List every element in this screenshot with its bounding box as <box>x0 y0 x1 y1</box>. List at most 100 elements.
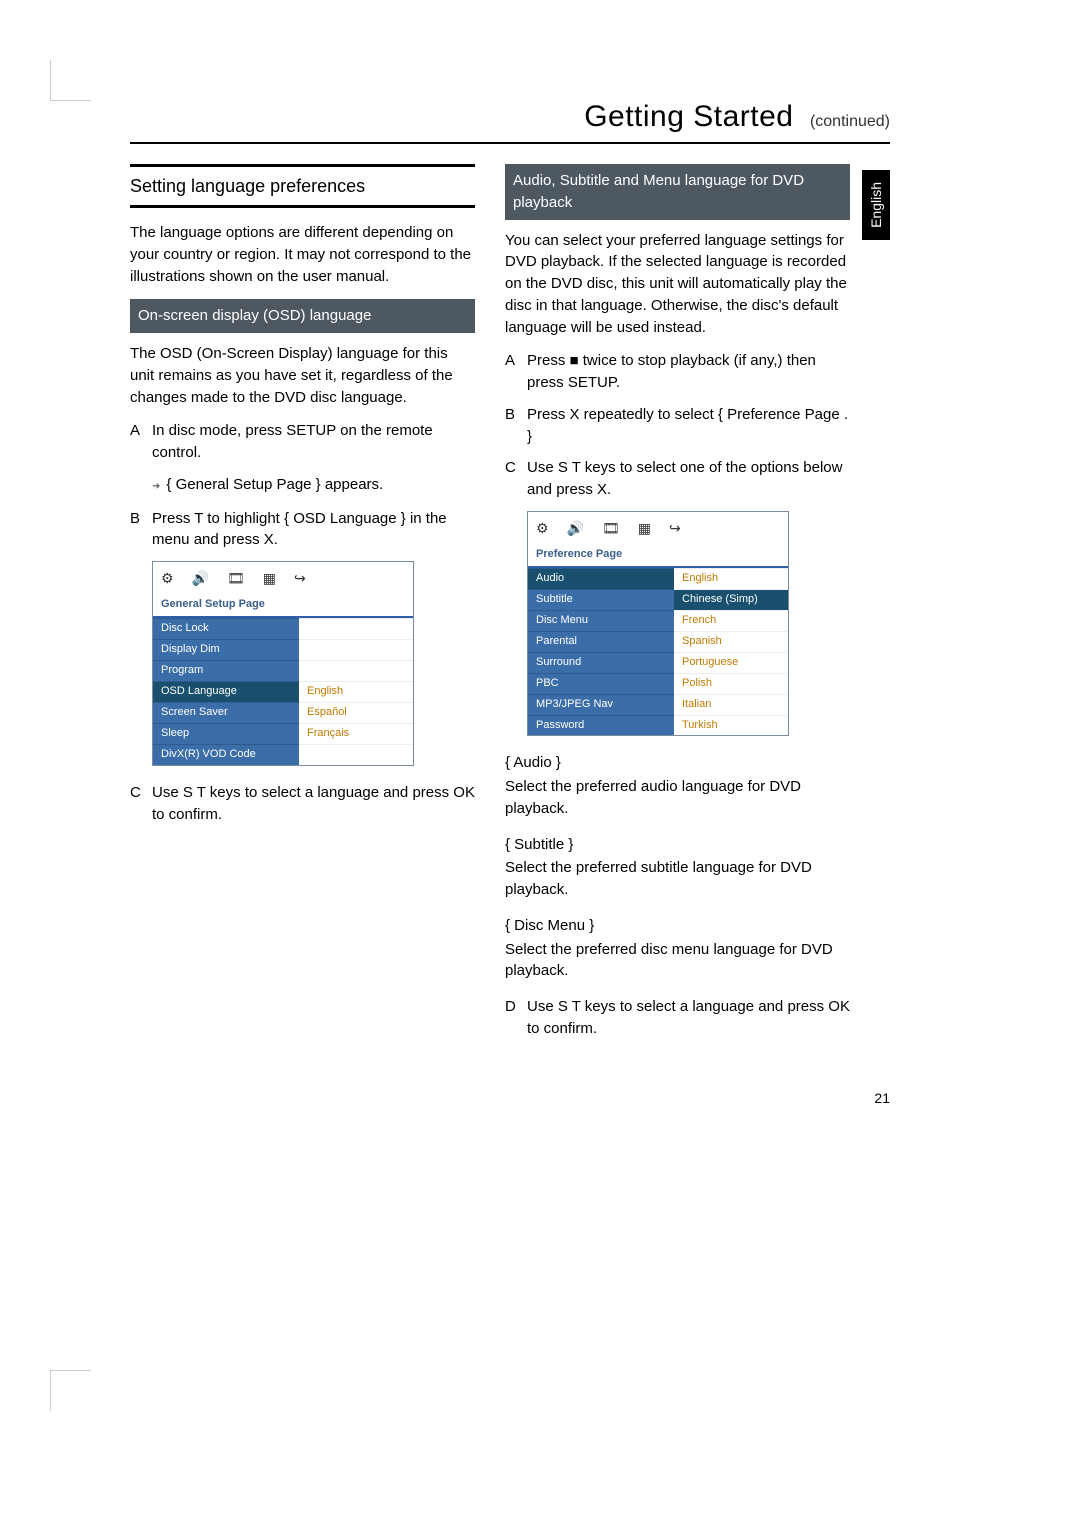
step-body: Use S T keys to select one of the option… <box>527 457 850 501</box>
dvd-subheading: Audio, Subtitle and Menu language for DV… <box>505 164 850 220</box>
menu-item-left: Disc Lock <box>153 618 299 639</box>
step-body: Use S T keys to select a language and pr… <box>527 996 850 1040</box>
menu-row: SubtitleChinese (Simp) <box>528 589 788 610</box>
menu-row: MP3/JPEG NavItalian <box>528 694 788 715</box>
menu-item-left: Audio <box>528 568 674 589</box>
osd-subheading: On-screen display (OSD) language <box>130 299 475 333</box>
video-icon: 🎞 <box>227 568 245 588</box>
right-step-d: D Use S T keys to select a language and … <box>505 996 850 1040</box>
page-number: 21 <box>130 1090 890 1106</box>
option-name: { Disc Menu } <box>505 915 850 937</box>
step-body: Press ■ twice to stop playback (if any,)… <box>527 350 850 394</box>
step-body: Press X repeatedly to select { Preferenc… <box>527 404 850 448</box>
option-desc: Select the preferred disc menu language … <box>505 939 850 983</box>
menu-item-left: Subtitle <box>528 589 674 610</box>
menu-item-left: MP3/JPEG Nav <box>528 694 674 715</box>
menu-item-left: DivX(R) VOD Code <box>153 744 299 765</box>
menu-item-right: Italian <box>674 694 788 715</box>
step-letter: A <box>130 420 152 464</box>
menu-item-right <box>299 639 413 660</box>
left-step-c: C Use S T keys to select a language and … <box>130 782 475 826</box>
menu-item-right <box>299 744 413 765</box>
osd-menu-screenshot: ⚙ 🔊 🎞 ▦ ↪ General Setup Page Disc LockDi… <box>152 561 414 766</box>
menu-icons: ⚙ 🔊 🎞 ▦ ↪ <box>153 562 413 594</box>
section-title: Setting language preferences <box>130 164 475 208</box>
menu-item-right <box>299 660 413 681</box>
menu-item-left: Display Dim <box>153 639 299 660</box>
left-step-b: B Press T to highlight { OSD Language } … <box>130 508 475 552</box>
video-icon: 🎞 <box>602 518 620 538</box>
menu-row: Screen SaverEspañol <box>153 702 413 723</box>
speaker-icon: 🔊 <box>567 518 584 538</box>
gear-icon: ⚙ <box>161 568 174 588</box>
header-sub: (continued) <box>810 113 890 130</box>
grid-icon: ▦ <box>263 568 276 588</box>
menu-item-right: Chinese (Simp) <box>674 589 788 610</box>
menu-item-left: Parental <box>528 631 674 652</box>
menu-row: Disc MenuFrench <box>528 610 788 631</box>
right-step-a: A Press ■ twice to stop playback (if any… <box>505 350 850 394</box>
menu-item-left: Program <box>153 660 299 681</box>
step-letter: B <box>130 508 152 552</box>
crop-mark <box>50 60 91 101</box>
menu-item-left: OSD Language <box>153 681 299 702</box>
option-desc: Select the preferred audio language for … <box>505 776 850 820</box>
step-letter: D <box>505 996 527 1040</box>
gear-icon: ⚙ <box>536 518 549 538</box>
step-body: In disc mode, press SETUP on the remote … <box>152 420 475 464</box>
menu-item-right: Spanish <box>674 631 788 652</box>
page-header: Getting Started (continued) <box>130 100 890 144</box>
option-desc: Select the preferred subtitle language f… <box>505 857 850 901</box>
menu-item-left: Disc Menu <box>528 610 674 631</box>
step-body: Use S T keys to select a language and pr… <box>152 782 475 826</box>
right-step-c: C Use S T keys to select one of the opti… <box>505 457 850 501</box>
preference-menu-screenshot: ⚙ 🔊 🎞 ▦ ↪ Preference Page AudioEnglishSu… <box>527 511 789 737</box>
language-tab-label: English <box>868 182 884 228</box>
menu-item-left: Screen Saver <box>153 702 299 723</box>
left-intro: The language options are different depen… <box>130 222 475 287</box>
menu-title: Preference Page <box>528 544 788 566</box>
step-letter: B <box>505 404 527 448</box>
step-body: Press T to highlight { OSD Language } in… <box>152 508 475 552</box>
menu-item-right: Français <box>299 723 413 744</box>
left-step-a: A In disc mode, press SETUP on the remot… <box>130 420 475 464</box>
speaker-icon: 🔊 <box>192 568 209 588</box>
header-main: Getting Started <box>584 100 793 133</box>
menu-row: AudioEnglish <box>528 568 788 589</box>
menu-row: SleepFrançais <box>153 723 413 744</box>
menu-item-right: Polish <box>674 673 788 694</box>
grid-icon: ▦ <box>638 518 651 538</box>
menu-row: ParentalSpanish <box>528 631 788 652</box>
menu-icons: ⚙ 🔊 🎞 ▦ ↪ <box>528 512 788 544</box>
osd-desc: The OSD (On-Screen Display) language for… <box>130 343 475 408</box>
dvd-desc: You can select your preferred language s… <box>505 230 850 339</box>
left-column: Setting language preferences The languag… <box>130 164 475 1050</box>
menu-item-right: Español <box>299 702 413 723</box>
arrow-icon: ↪ <box>294 568 306 588</box>
menu-row: PasswordTurkish▼ <box>528 715 788 736</box>
menu-row: PBCPolish <box>528 673 788 694</box>
menu-item-left: Surround <box>528 652 674 673</box>
menu-item-left: Sleep <box>153 723 299 744</box>
step-letter: C <box>505 457 527 501</box>
menu-item-left: PBC <box>528 673 674 694</box>
chevron-down-icon: ▼ <box>769 718 780 734</box>
menu-item-right: English <box>299 681 413 702</box>
menu-item-right <box>299 618 413 639</box>
crop-mark <box>50 1370 91 1411</box>
right-column: Audio, Subtitle and Menu language for DV… <box>505 164 850 1050</box>
menu-item-right: Turkish▼ <box>674 715 788 736</box>
option-name: { Subtitle } <box>505 834 850 856</box>
right-step-b: B Press X repeatedly to select { Prefere… <box>505 404 850 448</box>
menu-row: Display Dim <box>153 639 413 660</box>
language-tab: English <box>862 170 890 240</box>
menu-item-right: Portuguese <box>674 652 788 673</box>
menu-row: DivX(R) VOD Code <box>153 744 413 765</box>
step-letter: A <box>505 350 527 394</box>
menu-item-left: Password <box>528 715 674 736</box>
menu-row: Disc Lock <box>153 618 413 639</box>
step-letter: C <box>130 782 152 826</box>
menu-item-right: French <box>674 610 788 631</box>
menu-row: OSD LanguageEnglish <box>153 681 413 702</box>
menu-item-right: English <box>674 568 788 589</box>
